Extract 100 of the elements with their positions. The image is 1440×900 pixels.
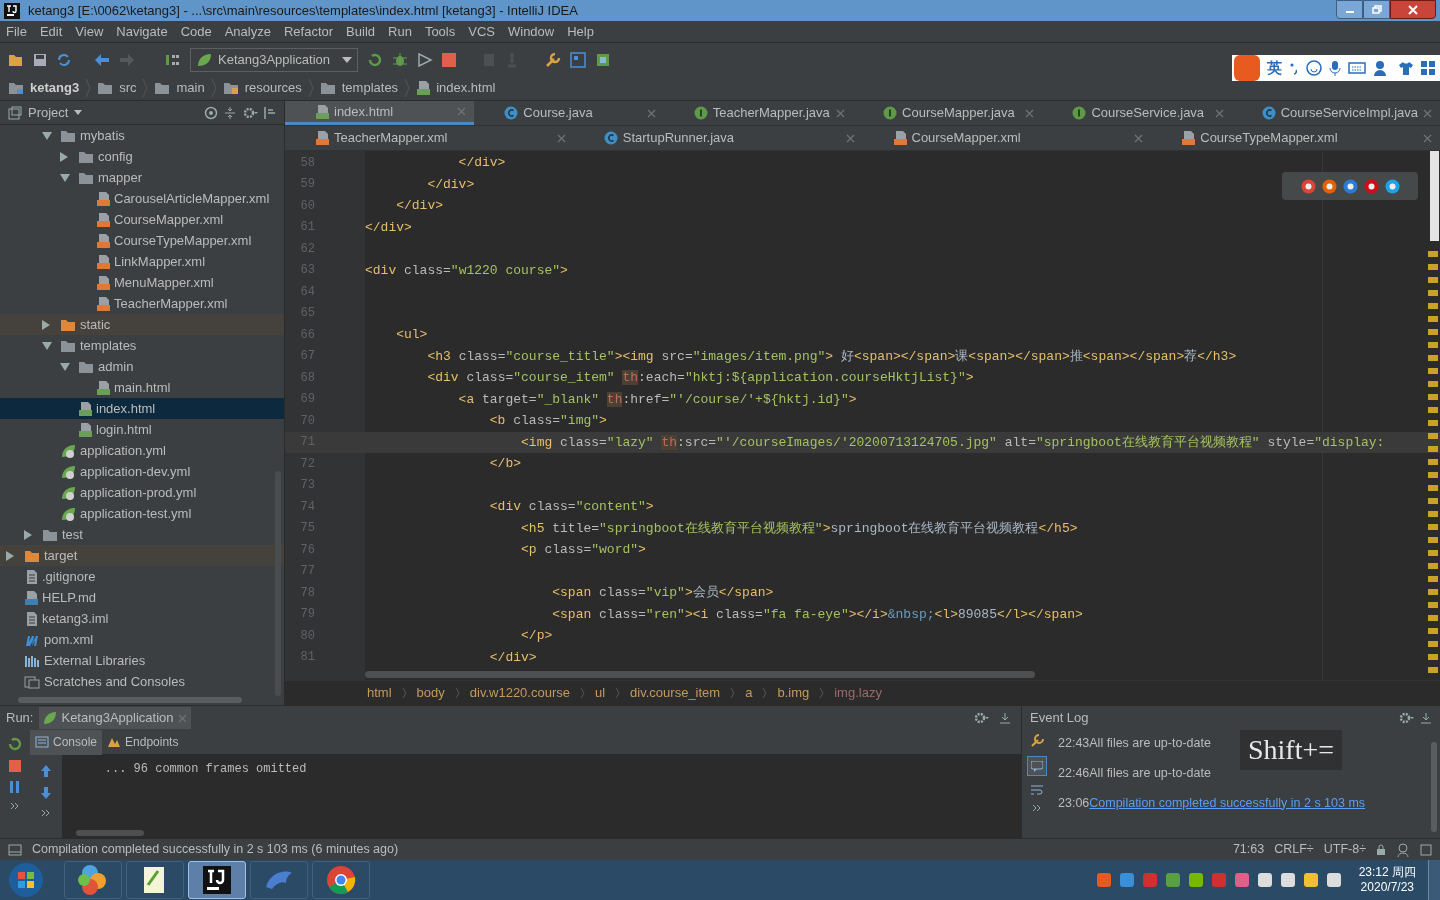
breadcrumb-item[interactable]: index.html	[436, 78, 496, 98]
breadcrumb-item[interactable]: ketang3	[30, 78, 80, 98]
breadcrumb-item[interactable]: main	[176, 78, 205, 98]
tree-item[interactable]: target	[0, 545, 284, 566]
back-arrow-icon	[94, 52, 110, 67]
ime-mode-toggle[interactable]: 英	[1267, 56, 1282, 80]
breadcrumb-item[interactable]: resources	[244, 78, 302, 98]
menu-item[interactable]: Edit	[39, 21, 63, 42]
taskbar-app-button[interactable]	[312, 861, 370, 899]
show-desktop-button[interactable]	[1428, 860, 1440, 900]
scrollbar[interactable]	[18, 697, 242, 703]
tree-item[interactable]: mapper	[0, 167, 284, 188]
tree-item[interactable]: ketang3.iml	[0, 608, 284, 629]
tree-item[interactable]: login.html	[0, 419, 284, 440]
tree-item[interactable]: application.yml	[0, 440, 284, 461]
taskbar-app-button[interactable]	[188, 861, 246, 899]
scrollbar[interactable]	[365, 671, 1035, 678]
breadcrumb-item[interactable]: img.lazy	[834, 683, 882, 703]
breadcrumb-item[interactable]: div.course_item	[630, 683, 721, 703]
stop-icon	[9, 760, 21, 772]
editor-tab[interactable]: CourseMapper.java	[853, 101, 1043, 125]
tree-item[interactable]: application-dev.yml	[0, 461, 284, 482]
clock-date[interactable]: 2020/7/23	[1360, 880, 1414, 895]
log-link[interactable]: Compilation completed successfully in 2 s 103 ms	[1089, 793, 1366, 813]
editor-tab[interactable]: TeacherMapper.xml	[285, 126, 574, 150]
tree-item[interactable]: MenuMapper.xml	[0, 272, 284, 293]
menu-item[interactable]: Refactor	[283, 21, 334, 42]
scrollbar[interactable]	[76, 830, 144, 836]
caret-position[interactable]: 71:63	[1232, 840, 1265, 859]
tree-item[interactable]: CourseMapper.xml	[0, 209, 284, 230]
close-icon	[457, 107, 467, 116]
tree-item[interactable]: CourseTypeMapper.xml	[0, 230, 284, 251]
tree-item[interactable]: Scratches and Consoles	[0, 671, 284, 692]
close-button[interactable]	[1390, 0, 1436, 19]
breadcrumb-item[interactable]: a	[745, 683, 753, 703]
tree-item[interactable]: mybatis	[0, 125, 284, 146]
menu-item[interactable]: View	[75, 21, 104, 42]
code-line: </div>	[426, 175, 475, 194]
minimize-button[interactable]	[1336, 0, 1363, 19]
breadcrumb-item[interactable]: ul	[595, 683, 606, 703]
tree-item[interactable]: pom.xml	[0, 629, 284, 650]
editor-tab[interactable]: CourseMapper.xml	[862, 126, 1152, 150]
tree-item[interactable]: .gitignore	[0, 566, 284, 587]
clock-time[interactable]: 23:12 周四	[1358, 865, 1416, 880]
folder-icon	[319, 81, 336, 95]
editor-tab[interactable]: Course.java	[474, 101, 664, 125]
breadcrumb-item[interactable]: src	[119, 78, 137, 98]
scrollbar[interactable]	[1431, 742, 1437, 832]
menu-item[interactable]: Navigate	[116, 21, 168, 42]
breadcrumb-item[interactable]: templates	[341, 78, 399, 98]
menu-item[interactable]: Build	[346, 21, 375, 42]
menu-item[interactable]: Window	[507, 21, 555, 42]
console-tab[interactable]: Console	[30, 729, 103, 755]
editor-tab[interactable]: CourseService.java	[1042, 101, 1232, 125]
leaf-icon	[60, 505, 76, 522]
taskbar-app-button[interactable]	[126, 861, 184, 899]
tree-item[interactable]: application-test.yml	[0, 503, 284, 524]
tree-item[interactable]: admin	[0, 356, 284, 377]
maximize-button[interactable]	[1363, 0, 1390, 19]
editor-tab[interactable]: CourseTypeMapper.xml	[1151, 126, 1440, 150]
editor-tab[interactable]: StartupRunner.java	[573, 126, 863, 150]
editor-tab[interactable]: index.html	[285, 101, 475, 125]
tree-item[interactable]: main.html	[0, 377, 284, 398]
console-tab[interactable]: Endpoints	[102, 729, 184, 755]
tree-item[interactable]: HELP.md	[0, 587, 284, 608]
tree-item[interactable]: templates	[0, 335, 284, 356]
tree-item[interactable]: TeacherMapper.xml	[0, 293, 284, 314]
breadcrumb-item[interactable]: body	[416, 683, 445, 703]
browser-icon	[1363, 178, 1379, 194]
breadcrumb-item[interactable]: html	[367, 683, 392, 703]
menu-item[interactable]: VCS	[468, 21, 495, 42]
code-line: </p>	[520, 627, 553, 645]
project-view-dropdown[interactable]: Project	[28, 102, 83, 123]
resources-folder-icon	[222, 81, 239, 95]
breadcrumb-item[interactable]: div.w1220.course	[469, 683, 570, 703]
run-tab[interactable]: Ketang3Application	[39, 707, 191, 729]
editor-tab[interactable]: TeacherMapper.java	[663, 101, 854, 125]
log-time: 22:46	[1058, 764, 1090, 782]
menu-item[interactable]: Tools	[424, 21, 456, 42]
tree-item[interactable]: static	[0, 314, 284, 335]
encoding-selector[interactable]: UTF-8÷	[1323, 840, 1366, 859]
menu-item[interactable]: Run	[388, 21, 412, 42]
menu-item[interactable]: File	[6, 21, 27, 42]
tree-item[interactable]: CarouselArticleMapper.xml	[0, 188, 284, 209]
line-separator-selector[interactable]: CRLF÷	[1274, 840, 1314, 859]
menu-item[interactable]: Analyze	[224, 21, 271, 42]
tree-item[interactable]: index.html	[0, 398, 284, 419]
tree-item[interactable]: LinkMapper.xml	[0, 251, 284, 272]
menu-item[interactable]: Code	[180, 21, 212, 42]
tree-item[interactable]: config	[0, 146, 284, 167]
start-orb-icon	[8, 862, 44, 898]
breadcrumb-item[interactable]: b.img	[777, 683, 810, 703]
tree-item[interactable]: test	[0, 524, 284, 545]
menu-item[interactable]: Help	[567, 21, 594, 42]
tree-item[interactable]: External Libraries	[0, 650, 284, 671]
expand-chevron-icon	[41, 809, 51, 817]
message-toggle-button[interactable]	[1027, 756, 1047, 776]
editor-tab[interactable]: CourseServiceImpl.java	[1231, 101, 1440, 125]
run-configuration-dropdown[interactable]: Ketang3Application	[190, 47, 359, 72]
tree-item[interactable]: application-prod.yml	[0, 482, 284, 503]
